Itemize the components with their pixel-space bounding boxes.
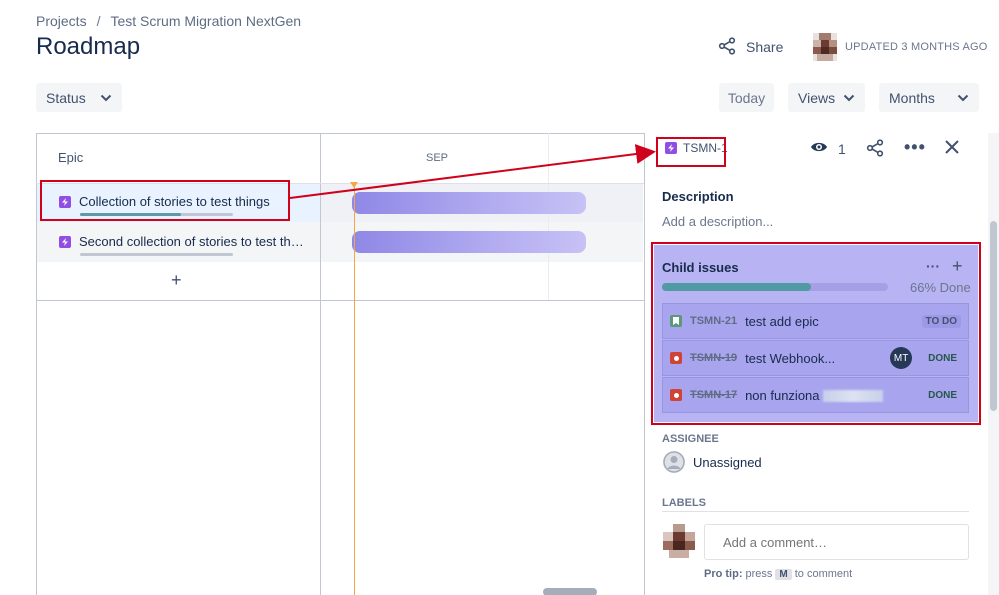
header-divider <box>36 183 644 184</box>
today-button[interactable]: Today <box>719 83 774 112</box>
child-issues-progress-fill <box>662 283 812 291</box>
assignee-value: Unassigned <box>693 454 762 470</box>
child-issue-key[interactable]: TSMN-17 <box>690 389 737 401</box>
issue-key-label: TSMN-1 <box>683 141 728 155</box>
bug-icon <box>670 352 682 364</box>
watch-button[interactable]: 1 <box>810 140 846 157</box>
status-filter-label: Status <box>46 89 86 106</box>
assignee-field[interactable]: Unassigned <box>663 451 762 473</box>
column-divider <box>320 133 321 595</box>
commenter-avatar <box>663 524 695 558</box>
breadcrumb-separator: / <box>96 13 101 29</box>
close-icon[interactable] <box>944 139 960 160</box>
more-actions-icon[interactable]: ••• <box>904 138 926 156</box>
chevron-down-icon <box>843 94 855 102</box>
child-issue-summary[interactable]: test Webhook... <box>745 351 882 366</box>
status-lozenge[interactable]: TO DO <box>921 314 961 328</box>
status-lozenge[interactable]: DONE <box>924 389 961 402</box>
eye-icon <box>810 140 828 157</box>
story-icon <box>670 315 682 327</box>
description-heading: Description <box>662 189 734 204</box>
month-header-sep: SEP <box>426 152 449 164</box>
child-issues-done-label: 66% Done <box>910 280 971 295</box>
child-issue-row[interactable]: TSMN-17 non funziona DONE <box>662 377 969 413</box>
share-label: Share <box>746 39 784 55</box>
pro-tip-label: Pro tip: <box>704 568 743 580</box>
child-issue-row[interactable]: TSMN-21 test add epic TO DO <box>662 303 969 339</box>
epic-row-2[interactable]: Second collection of stories to test th… <box>59 234 304 249</box>
status-filter-button[interactable]: Status <box>36 83 122 112</box>
bug-icon <box>670 389 682 401</box>
status-lozenge[interactable]: DONE <box>924 352 961 365</box>
add-child-issue-icon[interactable]: + <box>952 256 963 277</box>
keyboard-shortcut-key: M <box>775 568 792 580</box>
epic-title-1: Collection of stories to test things <box>79 194 270 209</box>
chevron-down-icon <box>957 94 969 102</box>
month-divider <box>548 133 549 301</box>
child-issue-key[interactable]: TSMN-21 <box>690 315 737 327</box>
today-marker-icon <box>350 182 358 188</box>
child-issue-summary: non funziona <box>745 387 820 403</box>
assignee-label: ASSIGNEE <box>662 433 719 445</box>
child-issue-summary-wrap[interactable]: non funziona <box>745 388 916 403</box>
epic-icon <box>665 142 677 154</box>
epic-progress-2 <box>80 253 233 256</box>
child-issues-list: TSMN-21 test add epic TO DO TSMN-19 test… <box>662 303 969 414</box>
panel-scroll-thumb[interactable] <box>990 221 997 411</box>
epic-timeline-bar-1[interactable] <box>352 192 586 214</box>
share-button[interactable]: Share <box>718 35 783 59</box>
breadcrumb-projects-link[interactable]: Projects <box>36 13 87 29</box>
redacted-text <box>823 390 884 403</box>
months-button[interactable]: Months <box>879 83 979 112</box>
child-issue-key[interactable]: TSMN-19 <box>690 352 737 364</box>
share-icon <box>718 36 736 58</box>
labels-divider <box>662 511 969 512</box>
pro-tip-text-end: to comment <box>794 568 853 580</box>
epic-title-2: Second collection of stories to test th… <box>79 234 304 249</box>
child-issue-row[interactable]: TSMN-19 test Webhook... MT DONE <box>662 340 969 376</box>
chevron-down-icon <box>100 94 112 102</box>
panel-scrollbar[interactable] <box>988 133 999 595</box>
labels-label: LABELS <box>662 497 706 509</box>
pro-tip: Pro tip: press M to comment <box>704 568 852 580</box>
pro-tip-text: press <box>745 568 773 580</box>
assignee-avatar[interactable]: MT <box>890 347 913 369</box>
child-issues-more-icon[interactable]: ··· <box>926 258 940 274</box>
page-title: Roadmap <box>36 33 141 60</box>
comment-input[interactable] <box>704 524 969 560</box>
views-label: Views <box>798 89 836 106</box>
rows-divider <box>36 300 644 301</box>
today-marker-line <box>354 184 355 595</box>
child-issues-heading: Child issues <box>662 260 739 275</box>
add-epic-button[interactable]: + <box>171 270 182 291</box>
child-issue-summary[interactable]: test add epic <box>745 314 913 329</box>
months-label: Months <box>889 89 935 106</box>
issue-key-link[interactable]: TSMN-1 <box>665 141 728 155</box>
breadcrumb-project-link[interactable]: Test Scrum Migration NextGen <box>110 13 301 29</box>
updated-timestamp: UPDATED 3 MONTHS AGO <box>845 41 988 53</box>
epic-progress-1 <box>80 213 233 216</box>
unassigned-avatar-icon <box>663 451 685 473</box>
epic-icon <box>59 235 71 248</box>
epic-progress-fill <box>80 213 181 216</box>
description-input[interactable]: Add a description... <box>662 214 773 229</box>
watch-count: 1 <box>838 140 846 157</box>
breadcrumb: Projects / Test Scrum Migration NextGen <box>36 13 301 29</box>
child-issues-progress <box>662 283 888 291</box>
user-avatar[interactable] <box>813 33 837 61</box>
epic-icon <box>59 195 71 208</box>
views-button[interactable]: Views <box>788 83 865 112</box>
epic-timeline-bar-2[interactable] <box>352 231 586 253</box>
epic-row-1[interactable]: Collection of stories to test things <box>59 194 270 209</box>
panel-share-icon[interactable] <box>866 139 884 162</box>
horizontal-scrollbar[interactable] <box>543 588 597 595</box>
epic-column-header: Epic <box>58 150 84 165</box>
